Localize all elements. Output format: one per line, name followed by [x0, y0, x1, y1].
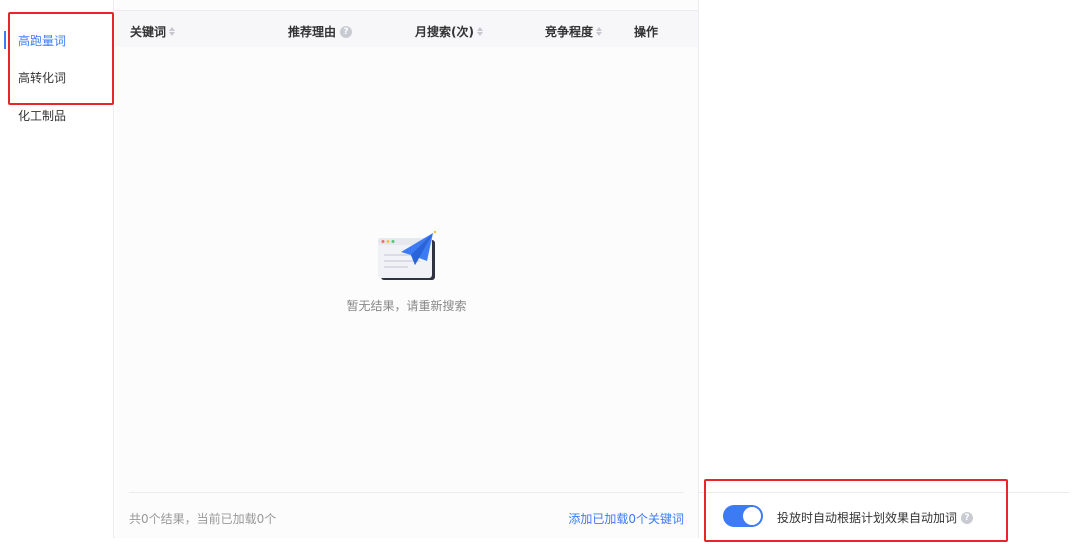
sort-icon[interactable] [596, 27, 603, 36]
keyword-table: 关键词 推荐理由 ? 月搜索(次) 竞争程度 操作 暂无结果，请重新搜索 共0个… [115, 0, 698, 538]
column-header-reason: 推荐理由 ? [288, 23, 353, 40]
column-label: 竞争程度 [545, 25, 594, 39]
selected-keywords-panel: 投放时自动根据计划效果自动加词 ? [698, 0, 1070, 538]
auto-add-label-wrap: 投放时自动根据计划效果自动加词 ? [777, 509, 974, 526]
column-header-competition[interactable]: 竞争程度 [545, 23, 603, 40]
sort-icon[interactable] [169, 27, 176, 36]
auto-add-label: 投放时自动根据计划效果自动加词 [777, 511, 958, 525]
category-sidebar: 高跑量词 高转化词 化工制品 [4, 0, 114, 538]
active-indicator [4, 31, 6, 49]
result-summary: 共0个结果，当前已加载0个 [129, 512, 277, 526]
paper-plane-illustration-icon [377, 230, 436, 280]
column-label: 推荐理由 [288, 25, 337, 39]
column-label: 月搜索(次) [415, 25, 474, 39]
column-label: 关键词 [130, 25, 167, 39]
auto-add-bar: 投放时自动根据计划效果自动加词 ? [699, 492, 1070, 527]
add-loaded-keywords-link[interactable]: 添加已加载0个关键词 [568, 510, 684, 527]
auto-add-toggle[interactable] [723, 505, 763, 527]
column-header-keyword[interactable]: 关键词 [130, 23, 176, 40]
sort-icon[interactable] [476, 27, 483, 36]
table-header: 关键词 推荐理由 ? 月搜索(次) 竞争程度 操作 [115, 10, 698, 47]
sidebar-item-chemical-products[interactable]: 化工制品 [18, 107, 66, 124]
empty-message: 暂无结果，请重新搜索 [346, 299, 467, 313]
help-icon[interactable]: ? [961, 511, 974, 524]
column-header-monthly-search[interactable]: 月搜索(次) [415, 23, 483, 40]
sidebar-item-high-conversion[interactable]: 高转化词 [18, 69, 66, 86]
column-header-action: 操作 [634, 23, 658, 40]
help-icon[interactable]: ? [340, 25, 353, 38]
column-label: 操作 [634, 25, 659, 39]
toggle-knob [743, 507, 761, 525]
empty-state: 暂无结果，请重新搜索 [115, 230, 698, 314]
sidebar-item-high-volume[interactable]: 高跑量词 [18, 32, 66, 49]
table-footer: 共0个结果，当前已加载0个 添加已加载0个关键词 [129, 492, 684, 526]
